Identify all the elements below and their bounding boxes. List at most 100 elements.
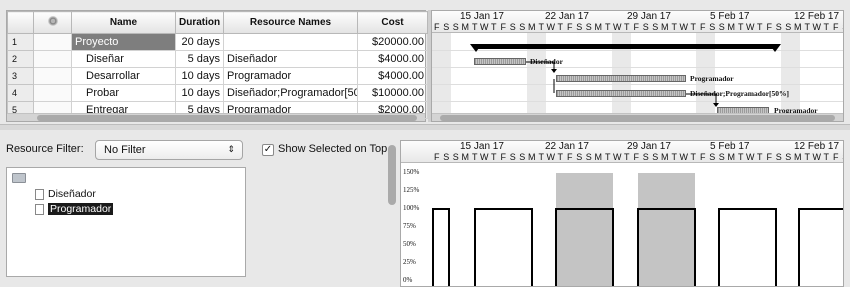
day-letter: F bbox=[633, 22, 640, 32]
row-number-header bbox=[7, 11, 34, 34]
day-letter: F bbox=[500, 22, 507, 32]
duration-cell[interactable]: 10 days bbox=[175, 67, 224, 85]
day-letter: M bbox=[661, 22, 669, 32]
day-letter: T bbox=[690, 22, 697, 32]
resource-vertical-scrollbar[interactable] bbox=[388, 145, 396, 205]
info-icon bbox=[47, 16, 58, 26]
resource-names-cell[interactable] bbox=[223, 33, 358, 51]
day-letter: W bbox=[480, 22, 489, 32]
day-letter: S bbox=[785, 22, 792, 32]
day-letter: S bbox=[509, 22, 516, 32]
resource-names-cell[interactable]: Diseñador;Programador[50%] bbox=[223, 84, 358, 102]
day-letter: M bbox=[727, 22, 736, 32]
table-horizontal-scrollbar[interactable] bbox=[7, 113, 425, 121]
day-letter: F bbox=[434, 22, 440, 32]
row-number[interactable]: 4 bbox=[7, 84, 34, 102]
gantt-week-label: 29 Jan 17 bbox=[627, 11, 671, 22]
table-scroll-thumb[interactable] bbox=[37, 115, 417, 121]
document-icon bbox=[35, 203, 44, 215]
cost-cell[interactable]: $10000.00 bbox=[357, 84, 428, 102]
gantt-week-label: 22 Jan 17 bbox=[545, 11, 589, 22]
task-name-cell[interactable]: Desarrollar bbox=[71, 67, 176, 85]
duration-cell[interactable]: 20 days bbox=[175, 33, 224, 51]
gantt-week-label: 12 Feb 17 bbox=[794, 11, 840, 22]
resource-names-cell[interactable]: Programador bbox=[223, 67, 358, 85]
day-letter: M bbox=[594, 22, 603, 32]
resource-item-label: Programador bbox=[48, 203, 114, 215]
gantt-horizontal-scrollbar[interactable] bbox=[432, 113, 843, 121]
resource-filter-dropdown[interactable]: No Filter ⇕ bbox=[95, 140, 243, 160]
row-number[interactable]: 3 bbox=[7, 67, 34, 85]
resource-names-cell[interactable]: Diseñador bbox=[223, 50, 358, 68]
day-letter: W bbox=[812, 22, 822, 32]
day-letter: T bbox=[557, 22, 564, 32]
day-letter: T bbox=[538, 22, 545, 32]
gantt-week-label: 15 Jan 17 bbox=[460, 11, 504, 22]
day-letter: T bbox=[624, 22, 630, 32]
day-letter: T bbox=[605, 22, 611, 32]
task-name-cell[interactable]: Probar bbox=[71, 84, 176, 102]
task-name-cell[interactable]: Proyecto bbox=[71, 33, 176, 51]
day-letter: T bbox=[804, 22, 811, 32]
day-letter: S bbox=[443, 22, 450, 32]
dependency-arrows bbox=[526, 61, 719, 107]
cost-cell[interactable]: $4000.00 bbox=[357, 50, 428, 68]
document-icon bbox=[35, 188, 44, 200]
day-letter: T bbox=[491, 22, 497, 32]
duration-cell[interactable]: 10 days bbox=[175, 84, 224, 102]
day-letter: M bbox=[461, 22, 470, 32]
duration-column-header[interactable]: Duration bbox=[175, 11, 224, 34]
gantt-week-label: 5 Feb 17 bbox=[710, 11, 750, 22]
gantt-timeline-header: 15 Jan 17 22 Jan 17 29 Jan 17 5 Feb 17 1… bbox=[432, 11, 843, 33]
info-column-header[interactable] bbox=[33, 11, 72, 34]
table-row[interactable]: 1 Proyecto 20 days $20000.00 bbox=[7, 33, 428, 51]
resource-item-programador[interactable]: Programador bbox=[35, 203, 114, 215]
resource-names-column-header[interactable]: Resource Names bbox=[223, 11, 358, 34]
resource-histogram: 15 Jan 17 22 Jan 17 29 Jan 17 5 Feb 17 1… bbox=[400, 140, 844, 287]
day-letter: S bbox=[709, 22, 716, 32]
resource-filter-value: No Filter bbox=[104, 144, 146, 156]
updown-caret-icon: ⇕ bbox=[227, 144, 235, 154]
day-letter: S bbox=[718, 22, 725, 32]
folder-icon bbox=[12, 173, 26, 183]
info-cell[interactable] bbox=[33, 33, 72, 51]
day-letter: T bbox=[757, 22, 763, 32]
row-number[interactable]: 2 bbox=[7, 50, 34, 68]
info-cell[interactable] bbox=[33, 67, 72, 85]
show-selected-label: Show Selected on Top bbox=[278, 143, 388, 155]
task-name-cell[interactable]: Diseñar bbox=[71, 50, 176, 68]
day-letter: S bbox=[452, 22, 459, 32]
day-letter: S bbox=[585, 22, 592, 32]
resource-item-disenador[interactable]: Diseñador bbox=[35, 188, 96, 200]
table-row[interactable]: 3 Desarrollar 10 days Programador $4000.00 bbox=[7, 67, 428, 85]
row-number[interactable]: 1 bbox=[7, 33, 34, 51]
day-letter: T bbox=[823, 22, 830, 32]
day-letter: W bbox=[679, 22, 689, 32]
day-letter: F bbox=[833, 22, 839, 32]
name-column-header[interactable]: Name bbox=[71, 11, 176, 34]
info-cell[interactable] bbox=[33, 50, 72, 68]
resource-tree: Diseñador Programador bbox=[6, 167, 246, 277]
allocation-outline bbox=[432, 208, 843, 286]
day-letter: S bbox=[642, 22, 649, 32]
day-letter: W bbox=[746, 22, 755, 32]
gantt-scroll-thumb[interactable] bbox=[440, 115, 835, 121]
day-letter: W bbox=[546, 22, 556, 32]
day-letter: T bbox=[671, 22, 678, 32]
duration-cell[interactable]: 5 days bbox=[175, 50, 224, 68]
table-row[interactable]: 2 Diseñar 5 days Diseñador $4000.00 bbox=[7, 50, 428, 68]
day-letter: F bbox=[766, 22, 773, 32]
day-letter: W bbox=[613, 22, 622, 32]
day-letter: M bbox=[794, 22, 802, 32]
cost-cell[interactable]: $20000.00 bbox=[357, 33, 428, 51]
day-letter: T bbox=[738, 22, 744, 32]
cost-cell[interactable]: $4000.00 bbox=[357, 67, 428, 85]
day-letter: F bbox=[700, 22, 706, 32]
day-letter: S bbox=[652, 22, 659, 32]
horizontal-splitter[interactable] bbox=[0, 124, 850, 130]
cost-column-header[interactable]: Cost bbox=[357, 11, 428, 34]
show-selected-checkbox[interactable]: ✓ bbox=[262, 144, 274, 156]
gantt-day-letters: FSSMTWTFSSMTWTFSSMTWTFSSMTWTFSSMTWTFSSMT… bbox=[432, 22, 843, 33]
info-cell[interactable] bbox=[33, 84, 72, 102]
table-row[interactable]: 4 Probar10 daysDiseñador;Programador[50%]… bbox=[7, 84, 428, 102]
